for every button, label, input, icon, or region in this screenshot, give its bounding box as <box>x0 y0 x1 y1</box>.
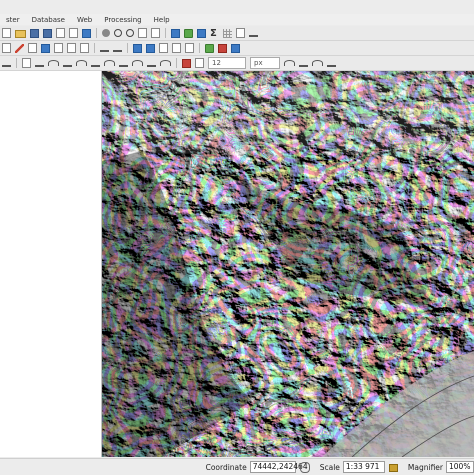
toolbar-separator <box>199 43 200 53</box>
undo-icon[interactable] <box>100 45 109 52</box>
coordinate-field[interactable]: 74442,242464 <box>249 461 308 473</box>
select-icon[interactable] <box>184 28 193 38</box>
pan-icon[interactable] <box>102 29 110 37</box>
font-size-input[interactable]: 12 <box>208 57 246 69</box>
delete-part-icon[interactable] <box>91 60 100 67</box>
toolbar-file: Σ <box>0 26 474 41</box>
scale-field[interactable]: 1:33 971 <box>342 461 385 473</box>
merge-features-icon[interactable] <box>160 60 171 66</box>
label-change-icon[interactable] <box>185 43 194 53</box>
coordinate-label: Coordinate <box>205 462 247 472</box>
snap-icon[interactable] <box>312 60 323 66</box>
refresh-icon[interactable] <box>82 28 91 38</box>
cut-icon[interactable] <box>67 43 76 53</box>
add-feature-icon[interactable] <box>28 43 37 53</box>
print-icon[interactable] <box>56 28 65 38</box>
save-as-icon[interactable] <box>43 28 52 38</box>
curve-tool-icon[interactable] <box>284 60 295 66</box>
trace-icon[interactable] <box>327 60 336 67</box>
zoom-out-icon[interactable] <box>126 29 134 37</box>
line-tool-icon[interactable] <box>299 60 308 67</box>
delete-ring-icon[interactable] <box>76 60 87 66</box>
attribute-table-icon[interactable] <box>223 28 232 38</box>
menu-bar: ster Database Web Processing Help <box>0 14 474 25</box>
toolbar-separator <box>94 43 95 53</box>
reshape-icon[interactable] <box>104 60 115 66</box>
split-features-icon[interactable] <box>132 60 143 66</box>
layout-icon[interactable] <box>69 28 78 38</box>
open-folder-icon[interactable] <box>15 30 26 38</box>
status-bar: Coordinate 74442,242464 Scale 1:33 971 M… <box>0 458 474 475</box>
fill-ring-icon[interactable] <box>63 60 72 67</box>
menu-web[interactable]: Web <box>71 16 98 24</box>
toolbar-separator <box>16 58 17 68</box>
identify-icon[interactable] <box>171 28 180 38</box>
dropdown-arrow-icon[interactable] <box>249 30 258 37</box>
redo-icon[interactable] <box>113 45 122 52</box>
edit-pencil-icon[interactable] <box>15 43 24 53</box>
new-project-icon[interactable] <box>2 28 11 38</box>
python-console-icon[interactable] <box>205 43 214 53</box>
text-annotation-icon[interactable] <box>236 28 245 38</box>
mouse-icon[interactable] <box>299 461 310 473</box>
menu-raster[interactable]: ster <box>0 16 26 24</box>
measure-icon[interactable] <box>197 28 206 38</box>
label-pin-icon[interactable] <box>146 43 155 53</box>
vertex-tool-icon[interactable] <box>41 43 50 53</box>
toolbar-advanced-digitizing: 12 px <box>0 56 474 71</box>
label-move-icon[interactable] <box>172 43 181 53</box>
menu-help[interactable]: Help <box>148 16 176 24</box>
toolbar-separator <box>176 58 177 68</box>
magnifier-label: Magnifier <box>407 462 443 472</box>
lock-scale-icon[interactable] <box>388 464 398 472</box>
browser-icon[interactable] <box>231 43 240 53</box>
text-bold-icon[interactable] <box>195 58 204 68</box>
zoom-full-icon[interactable] <box>138 28 147 38</box>
label-icon[interactable] <box>133 43 142 53</box>
sigma-icon[interactable]: Σ <box>210 28 219 38</box>
label-rotate-icon[interactable] <box>159 43 168 53</box>
text-style-icon[interactable] <box>182 58 191 68</box>
toolbar-edit <box>0 41 474 56</box>
magnifier-field[interactable]: 100% <box>446 461 474 473</box>
save-icon[interactable] <box>30 28 39 38</box>
scale-label: Scale <box>319 462 340 472</box>
zoom-layer-icon[interactable] <box>151 28 160 38</box>
toolbar-separator <box>127 43 128 53</box>
zoom-in-icon[interactable] <box>114 29 122 37</box>
layers-panel[interactable] <box>0 71 102 457</box>
menu-database[interactable]: Database <box>26 16 71 24</box>
digitize-icon[interactable] <box>2 43 11 53</box>
delete-icon[interactable] <box>54 43 63 53</box>
hillshade-raster <box>102 71 474 457</box>
menu-processing[interactable]: Processing <box>98 16 147 24</box>
offset-curve-icon[interactable] <box>119 60 128 67</box>
rotate-feature-icon[interactable] <box>2 60 11 67</box>
add-part-icon[interactable] <box>48 60 59 66</box>
split-parts-icon[interactable] <box>147 60 156 67</box>
plugin-icon[interactable] <box>218 43 227 53</box>
toolbar-separator <box>165 28 166 38</box>
simplify-icon[interactable] <box>22 58 31 68</box>
copy-icon[interactable] <box>80 43 89 53</box>
add-ring-icon[interactable] <box>35 60 44 67</box>
map-canvas[interactable] <box>102 71 474 457</box>
font-unit-select[interactable]: px <box>250 57 280 69</box>
toolbar-separator <box>96 28 97 38</box>
